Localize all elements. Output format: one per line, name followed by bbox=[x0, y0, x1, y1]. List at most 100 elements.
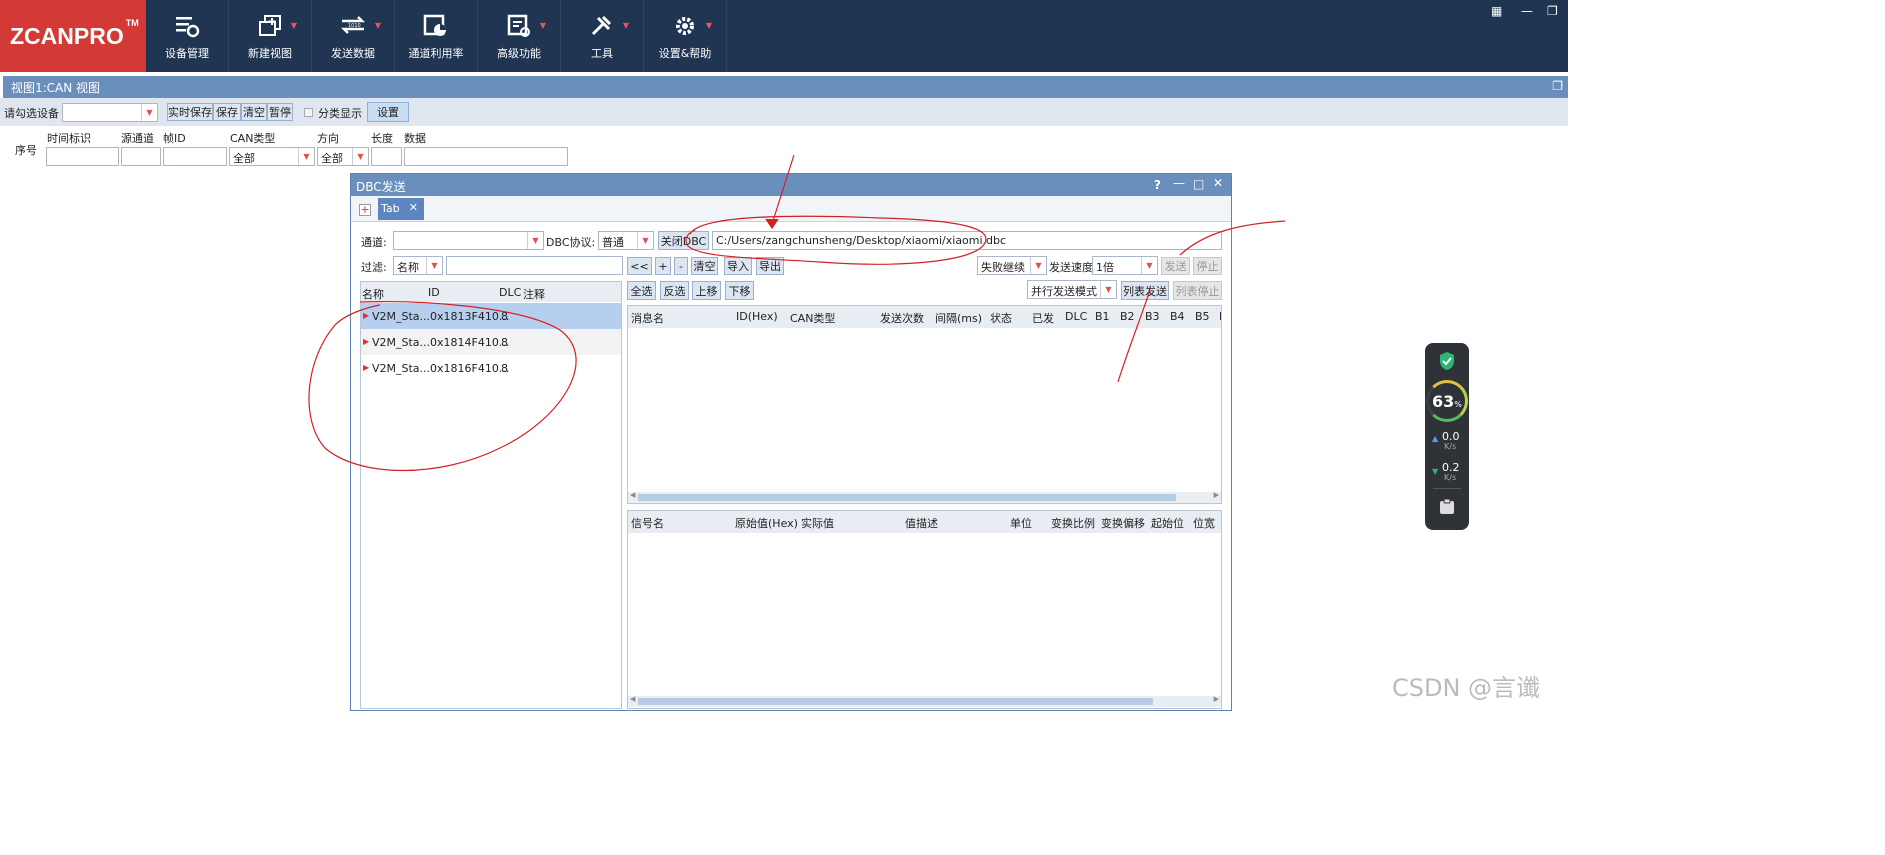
list-stop-button[interactable]: 列表停止 bbox=[1173, 281, 1222, 300]
classify-checkbox[interactable] bbox=[304, 108, 313, 117]
send-table-header: 消息名 ID(Hex) CAN类型 发送次数 间隔(ms) 状态 已发 DLC … bbox=[628, 306, 1221, 328]
toolbar-new-view[interactable]: ▼ 新建视图 bbox=[229, 0, 312, 72]
toolbar-device-manage[interactable]: 设备管理 bbox=[146, 0, 229, 72]
toolbar-channel-usage[interactable]: 通道利用率 bbox=[395, 0, 478, 72]
chevron-down-icon: ▼ bbox=[637, 232, 653, 249]
device-select[interactable]: ▼ bbox=[62, 103, 158, 122]
list-item[interactable]: ▶ V2M_Sta... 0x1814F410... 8 bbox=[361, 329, 621, 355]
toolbar-advanced[interactable]: ▼ 高级功能 bbox=[478, 0, 561, 72]
add-button[interactable]: + bbox=[655, 257, 671, 275]
select-all-button[interactable]: 全选 bbox=[627, 281, 656, 300]
add-tab-icon[interactable]: + bbox=[359, 204, 371, 216]
usage-percent: 63% bbox=[1432, 392, 1462, 411]
upload-icon: ▲ bbox=[1432, 434, 1439, 443]
settings-button[interactable]: 设置 bbox=[367, 102, 409, 122]
import-button[interactable]: 导入 bbox=[724, 257, 752, 275]
list-item[interactable]: ▶ V2M_Sta... 0x1813F410... 8 bbox=[361, 303, 621, 329]
fail-mode-select[interactable]: 失败继续 ▼ bbox=[977, 256, 1047, 275]
realtime-save-button[interactable]: 实时保存 bbox=[167, 103, 213, 121]
direction-filter[interactable]: 全部 ▼ bbox=[317, 147, 369, 166]
toolbar-settings-help[interactable]: ▼ 设置&帮助 bbox=[644, 0, 727, 72]
message-list-header: 名称 ID DLC 注释 bbox=[361, 282, 621, 302]
svg-text:1010: 1010 bbox=[348, 23, 361, 29]
chevron-down-icon: ▼ bbox=[539, 21, 546, 30]
toolbar-send-data[interactable]: 1010 ▼ 发送数据 bbox=[312, 0, 395, 72]
download-icon: ▼ bbox=[1432, 467, 1439, 476]
channel-select[interactable]: ▼ bbox=[393, 231, 544, 250]
layout-icon[interactable]: ▦ bbox=[1491, 4, 1502, 18]
frame-id-filter[interactable] bbox=[163, 147, 227, 166]
tools-icon: ▼ bbox=[589, 11, 629, 41]
move-down-button[interactable]: 下移 bbox=[725, 281, 754, 300]
can-type-filter[interactable]: 全部 ▼ bbox=[229, 147, 315, 166]
clear-list-button[interactable]: 清空 bbox=[691, 257, 718, 275]
list-send-button[interactable]: 列表发送 bbox=[1121, 281, 1169, 300]
timestamp-filter[interactable] bbox=[46, 147, 119, 166]
chevron-down-icon: ▼ bbox=[290, 21, 297, 30]
move-up-button[interactable]: 上移 bbox=[692, 281, 721, 300]
watermark: CSDN @言谶 bbox=[1392, 674, 1541, 702]
restore-icon[interactable]: ❐ bbox=[1552, 79, 1563, 93]
close-icon[interactable]: ✕ bbox=[1213, 176, 1223, 190]
clear-button[interactable]: 清空 bbox=[241, 103, 267, 121]
device-manage-icon bbox=[174, 11, 200, 41]
expand-icon[interactable]: ▶ bbox=[363, 363, 369, 372]
invert-select-button[interactable]: 反选 bbox=[660, 281, 689, 300]
filter-input[interactable] bbox=[446, 256, 623, 275]
message-list: 名称 ID DLC 注释 ▶ V2M_Sta... 0x1813F410... … bbox=[360, 281, 622, 709]
chevron-down-icon: ▼ bbox=[1141, 257, 1157, 274]
help-button[interactable]: ? bbox=[1154, 178, 1161, 192]
system-monitor-widget[interactable]: 63% ▲ 0.0 K/s ▼ 0.2 K/s bbox=[1425, 343, 1469, 530]
chevron-down-icon: ▼ bbox=[374, 21, 381, 30]
send-button[interactable]: 发送 bbox=[1161, 257, 1190, 275]
save-button[interactable]: 保存 bbox=[213, 103, 241, 121]
send-data-icon: 1010 ▼ bbox=[339, 11, 381, 41]
export-button[interactable]: 导出 bbox=[756, 257, 784, 275]
expand-icon[interactable]: ▶ bbox=[363, 311, 369, 320]
dbc-send-dialog: DBC发送 ? — □ ✕ + Tab ✕ 通道: ▼ DBC协议: 普通 ▼ 关闭… bbox=[350, 173, 1232, 711]
chevron-down-icon: ▼ bbox=[705, 21, 712, 30]
length-filter[interactable] bbox=[371, 147, 402, 166]
signal-table: 信号名 原始值(Hex) 实际值 值描述 单位 变换比例 变换偏移 起始位 位宽… bbox=[627, 510, 1222, 709]
signal-table-header: 信号名 原始值(Hex) 实际值 值描述 单位 变换比例 变换偏移 起始位 位宽 bbox=[628, 511, 1221, 533]
view-title-bar: 视图1:CAN 视图 ❐ bbox=[3, 76, 1568, 98]
speed-select[interactable]: 1倍 ▼ bbox=[1092, 256, 1158, 275]
clipboard-icon[interactable] bbox=[1438, 498, 1456, 519]
minimize-icon[interactable]: — bbox=[1521, 4, 1533, 18]
list-item[interactable]: ▶ V2M_Sta... 0x1816F410... 8 bbox=[361, 355, 621, 381]
protocol-select[interactable]: 普通 ▼ bbox=[598, 231, 654, 250]
pause-button[interactable]: 暂停 bbox=[267, 103, 293, 121]
advanced-icon: ▼ bbox=[506, 11, 546, 41]
toolbar-tools[interactable]: ▼ 工具 bbox=[561, 0, 644, 72]
channel-usage-icon bbox=[423, 11, 449, 41]
data-filter[interactable] bbox=[404, 147, 568, 166]
chevron-down-icon: ▼ bbox=[1100, 281, 1116, 298]
stop-button[interactable]: 停止 bbox=[1193, 257, 1222, 275]
new-view-icon: ▼ bbox=[257, 11, 297, 41]
minimize-icon[interactable]: — bbox=[1173, 176, 1185, 190]
filter-field-select[interactable]: 名称 ▼ bbox=[393, 256, 443, 275]
chevron-down-icon: ▼ bbox=[298, 148, 314, 165]
expand-icon[interactable]: ▶ bbox=[363, 337, 369, 346]
chevron-down-icon: ▼ bbox=[527, 232, 543, 249]
close-dbc-button[interactable]: 关闭DBC bbox=[658, 231, 709, 250]
remove-button[interactable]: - bbox=[674, 257, 688, 275]
maximize-icon[interactable]: □ bbox=[1193, 177, 1204, 191]
src-channel-filter[interactable] bbox=[121, 147, 161, 166]
dialog-title-bar: DBC发送 ? — □ ✕ bbox=[351, 174, 1231, 196]
chevron-down-icon: ▼ bbox=[426, 257, 442, 274]
horizontal-scrollbar[interactable]: ◀ ▶ bbox=[628, 695, 1221, 707]
settings-icon: ▼ bbox=[672, 11, 712, 41]
horizontal-scrollbar[interactable]: ◀ ▶ bbox=[628, 491, 1221, 503]
chevron-down-icon: ▼ bbox=[141, 104, 157, 121]
parallel-mode-select[interactable]: 并行发送模式 ▼ bbox=[1027, 280, 1117, 299]
tab-main[interactable]: Tab ✕ bbox=[378, 198, 424, 220]
close-icon[interactable]: ✕ bbox=[409, 201, 418, 214]
chevron-down-icon: ▼ bbox=[352, 148, 368, 165]
restore-icon[interactable]: ❐ bbox=[1547, 4, 1558, 18]
app-logo: ZCANPRO TM bbox=[0, 0, 146, 72]
collapse-button[interactable]: << bbox=[627, 257, 652, 275]
tab-bar: + Tab ✕ bbox=[351, 196, 1231, 222]
shield-icon bbox=[1438, 351, 1456, 374]
dbc-path-field[interactable]: C:/Users/zangchunsheng/Desktop/xiaomi/xi… bbox=[712, 231, 1222, 250]
